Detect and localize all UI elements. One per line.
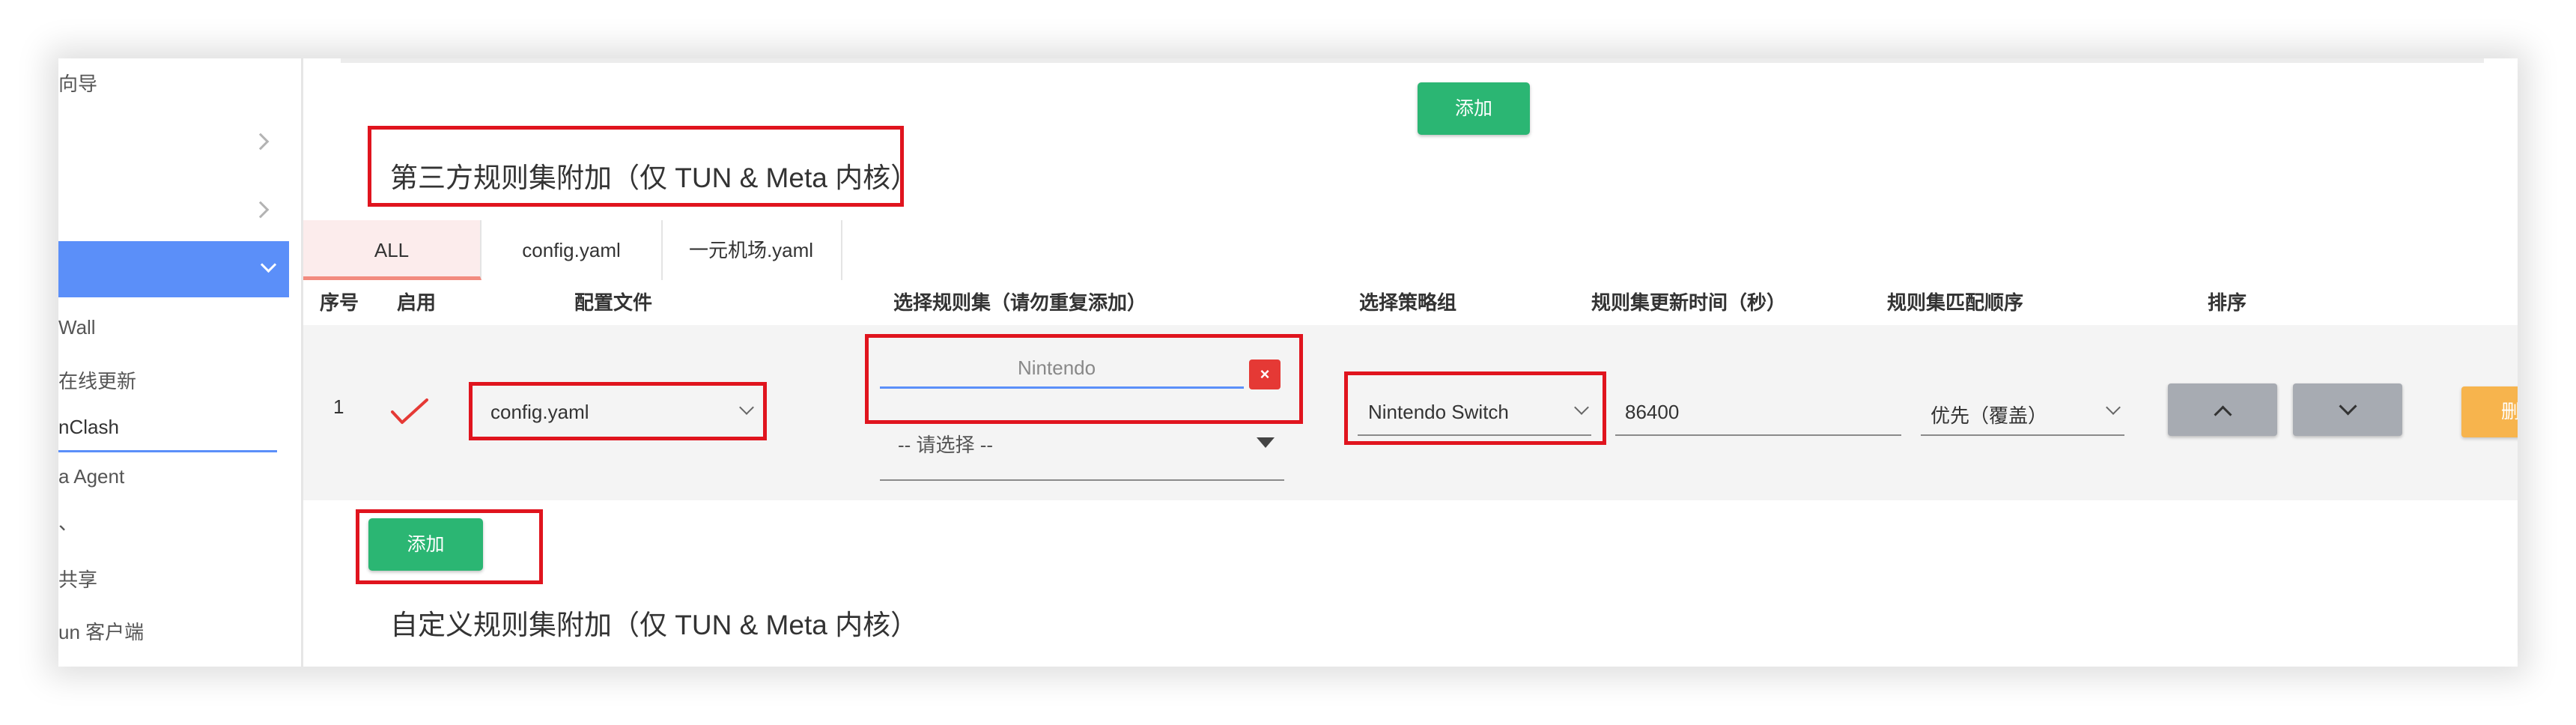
policy-group-underline — [1358, 434, 1591, 436]
sidebar-item-guide[interactable]: 向导 — [58, 69, 97, 97]
header-policy-group: 选择策略组 — [1359, 291, 1457, 314]
sidebar-item-online-update[interactable]: 在线更新 — [58, 366, 136, 394]
sidebar-item-underline — [58, 450, 277, 452]
match-order-underline — [1921, 434, 2124, 436]
header-enabled: 启用 — [397, 291, 437, 314]
check-icon[interactable] — [389, 397, 430, 427]
sidebar-item-unknown[interactable]: 、 — [58, 508, 78, 536]
rule-set-input-underline — [880, 386, 1244, 389]
sidebar-item-active[interactable] — [58, 241, 289, 297]
chevron-down-icon — [2106, 400, 2121, 415]
header-rule-set: 选择规则集（请勿重复添加） — [893, 291, 1147, 314]
main-content: 添加 第三方规则集附加（仅 TUN & Meta 内核） ALL config.… — [303, 58, 2518, 667]
sidebar-item-wall[interactable]: Wall — [58, 316, 96, 339]
config-file-select[interactable]: config.yaml — [490, 401, 589, 424]
row-index: 1 — [333, 395, 344, 418]
delete-button[interactable]: 删除 — [2461, 386, 2518, 437]
add-button-top[interactable]: 添加 — [1418, 82, 1530, 135]
sidebar-item-share[interactable]: 共享 — [58, 565, 97, 592]
sidebar: 向导 Wall 在线更新 nClash a Agent 、 共享 un 客户端 — [58, 58, 303, 667]
update-interval-input[interactable]: 86400 — [1625, 401, 1679, 424]
sidebar-item-clash[interactable]: nClash — [58, 416, 119, 439]
header-update-interval: 规则集更新时间（秒） — [1591, 291, 1787, 314]
app-window: 向导 Wall 在线更新 nClash a Agent 、 共享 un 客户端 … — [58, 58, 2518, 667]
chevron-down-icon — [2339, 397, 2357, 416]
sidebar-item-client[interactable]: un 客户端 — [58, 617, 144, 645]
match-order-select[interactable]: 优先（覆盖） — [1931, 401, 2047, 428]
tab-yiyuan-yaml[interactable]: 一元机场.yaml — [661, 220, 842, 280]
rule-set-select[interactable]: -- 请选择 -- — [898, 430, 993, 458]
add-button[interactable]: 添加 — [368, 518, 483, 571]
chevron-right-icon[interactable] — [252, 201, 270, 219]
rule-set-input[interactable]: Nintendo — [1018, 357, 1096, 380]
table-row: 1 config.yaml Nintendo × -- 请选择 -- Ninte… — [303, 325, 2518, 500]
chevron-up-icon — [2214, 405, 2232, 424]
header-config-file: 配置文件 — [574, 291, 653, 314]
sidebar-item-agent[interactable]: a Agent — [58, 465, 124, 488]
chevron-right-icon[interactable] — [252, 133, 270, 151]
update-interval-underline — [1615, 434, 1901, 436]
header-index: 序号 — [320, 291, 359, 314]
policy-group-select[interactable]: Nintendo Switch — [1368, 401, 1509, 424]
chevron-down-icon — [260, 256, 277, 273]
header-match-order: 规则集匹配顺序 — [1887, 291, 2024, 314]
move-up-button[interactable] — [2168, 383, 2277, 436]
tab-config-yaml[interactable]: config.yaml — [482, 220, 663, 280]
move-down-button[interactable] — [2293, 383, 2402, 436]
tab-all[interactable]: ALL — [303, 220, 482, 280]
section-title-third-party: 第三方规则集附加（仅 TUN & Meta 内核） — [390, 163, 919, 193]
section-title-custom: 自定义规则集附加（仅 TUN & Meta 内核） — [390, 610, 919, 640]
remove-icon[interactable]: × — [1249, 360, 1281, 389]
dropdown-arrow-icon — [1257, 437, 1275, 448]
header-sort: 排序 — [2208, 291, 2247, 314]
top-divider — [341, 58, 2484, 63]
rule-set-select-underline — [880, 479, 1284, 481]
